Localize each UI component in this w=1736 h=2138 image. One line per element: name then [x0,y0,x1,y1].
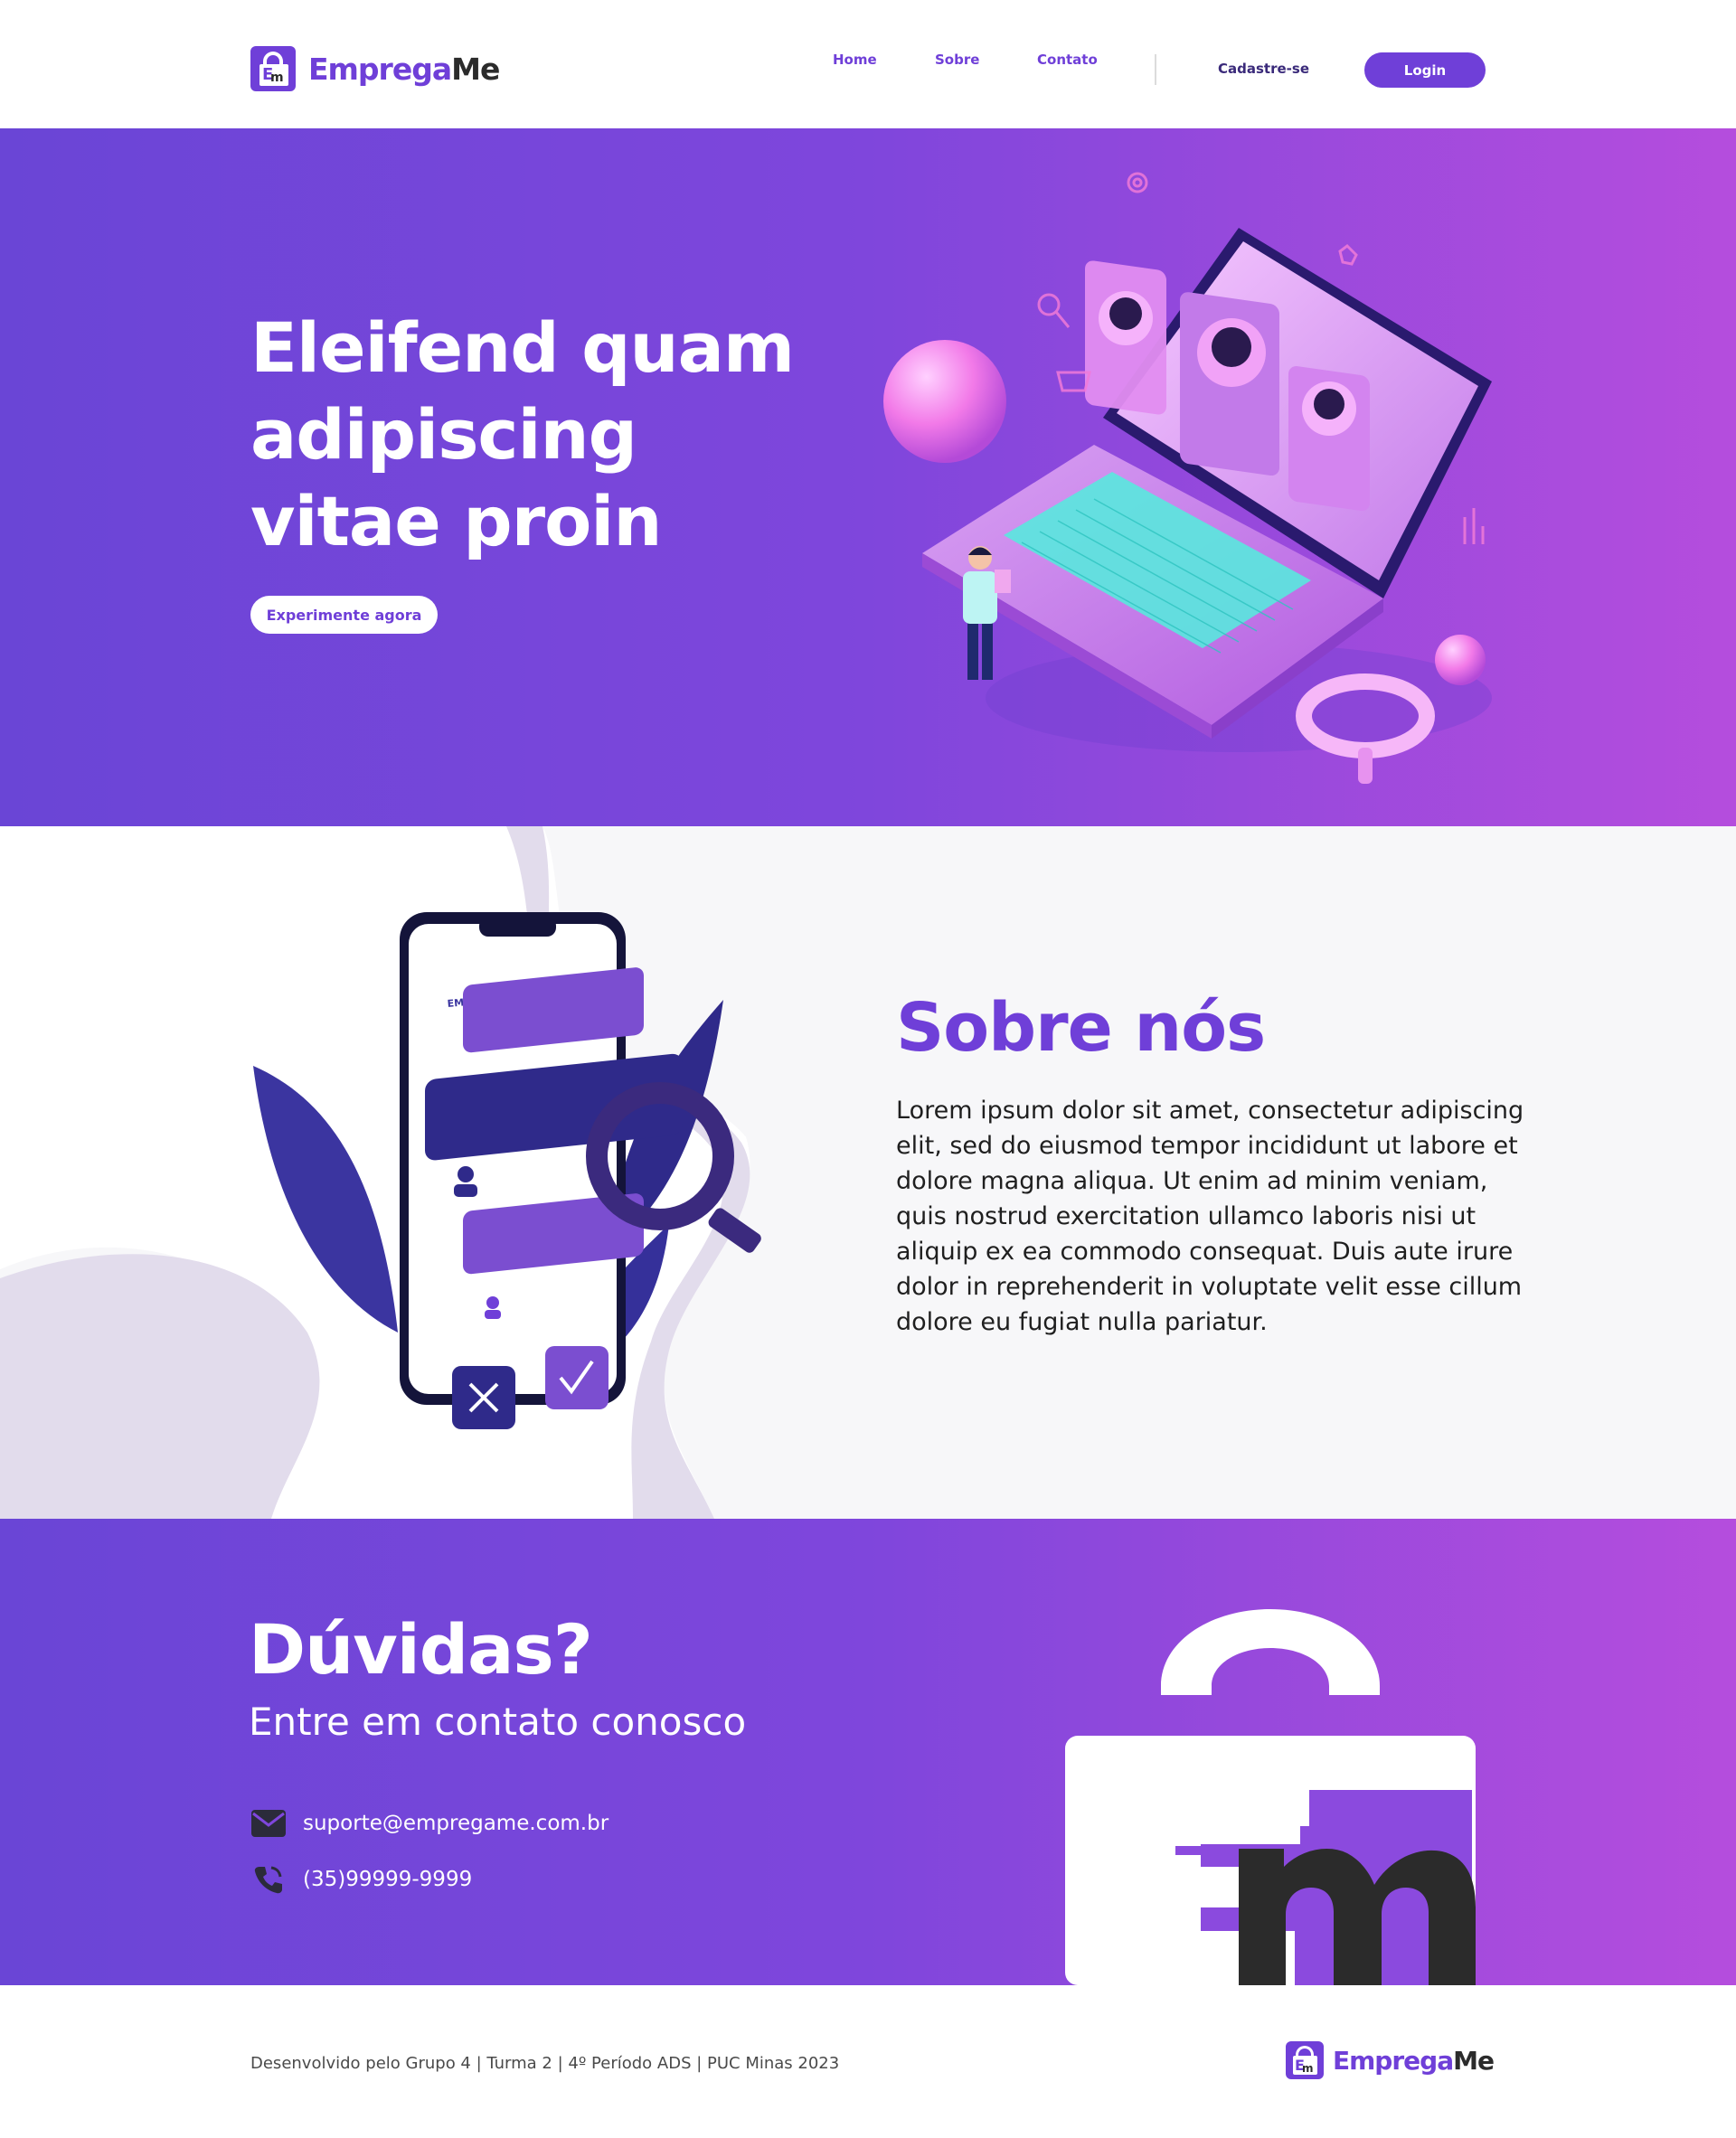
contact-section: Dúvidas? Entre em contato conosco suport… [0,1519,1736,1985]
brand-name-part1: Emprega [308,51,452,87]
hero-title: Eleifend quam adipiscing vitae proin [250,307,795,561]
footer-brand-name: EmpregaMe [1333,2045,1495,2076]
signup-link[interactable]: Cadastre-se [1218,61,1309,77]
footer-credits: Desenvolvido pelo Grupo 4 | Turma 2 | 4º… [250,2054,840,2073]
nav-sobre[interactable]: Sobre [935,52,979,68]
brand-name: EmpregaMe [308,51,500,87]
login-button[interactable]: Login [1364,52,1486,88]
nav-divider [1155,54,1156,85]
about-title: Sobre nós [896,989,1266,1067]
nav-home[interactable]: Home [833,52,877,68]
contact-phone-row[interactable]: (35)99999-9999 [250,1864,472,1895]
footer-brand-part1: Emprega [1333,2045,1454,2076]
about-section: EMPLOYEES [0,826,1736,1519]
contact-email-row[interactable]: suporte@empregame.com.br [250,1808,609,1839]
try-now-button[interactable]: Experimente agora [250,596,438,634]
about-illustration: EMPLOYEES [0,826,814,1519]
footer-brand-part2: Me [1453,2045,1495,2076]
brand-name-part2: Me [451,51,500,87]
contact-email[interactable]: suporte@empregame.com.br [303,1812,609,1835]
nav-contato[interactable]: Contato [1037,52,1098,68]
footer-logo-icon: E m [1286,2041,1324,2079]
header-logo[interactable]: E m EmpregaMe [250,46,500,91]
contact-phone[interactable]: (35)99999-9999 [303,1868,472,1891]
page: E m EmpregaMe Home Sobre Contato Cadastr… [0,0,1736,2138]
hero-section: Eleifend quam adipiscing vitae proin Exp… [0,128,1736,826]
contact-subtitle: Entre em contato conosco [249,1700,747,1744]
hero-illustration [883,172,1492,784]
footer-logo[interactable]: E m EmpregaMe [1286,2041,1495,2079]
phone-icon [250,1864,287,1895]
envelope-icon [250,1808,287,1839]
header: E m EmpregaMe Home Sobre Contato Cadastr… [0,0,1736,128]
contact-title: Dúvidas? [249,1609,593,1690]
logo-icon: E m [250,46,296,91]
about-text: Lorem ipsum dolor sit amet, consectetur … [896,1097,1524,1336]
big-logo-icon [1065,1609,1476,1985]
footer: Desenvolvido pelo Grupo 4 | Turma 2 | 4º… [0,1985,1736,2138]
